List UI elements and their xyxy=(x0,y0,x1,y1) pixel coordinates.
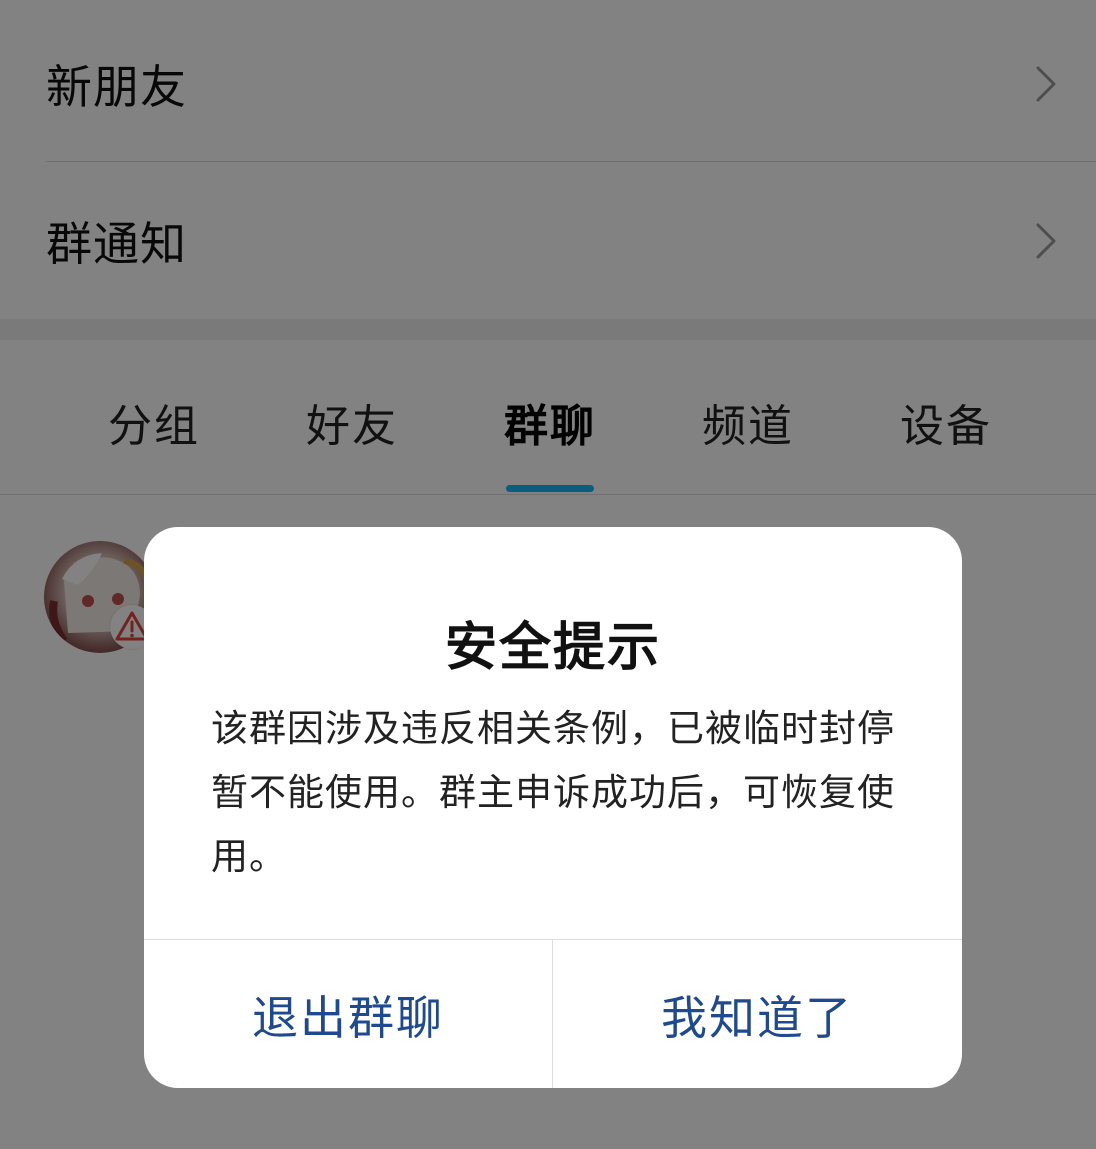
exit-group-button[interactable]: 退出群聊 xyxy=(144,940,552,1088)
dialog-actions: 退出群聊 我知道了 xyxy=(144,939,962,1088)
security-alert-dialog: 安全提示 该群因涉及违反相关条例，已被临时封停暂不能使用。群主申诉成功后，可恢复… xyxy=(144,527,962,1088)
acknowledge-button[interactable]: 我知道了 xyxy=(553,940,961,1088)
dialog-message: 该群因涉及违反相关条例，已被临时封停暂不能使用。群主申诉成功后，可恢复使用。 xyxy=(211,707,895,878)
dialog-title: 安全提示 xyxy=(444,618,661,678)
